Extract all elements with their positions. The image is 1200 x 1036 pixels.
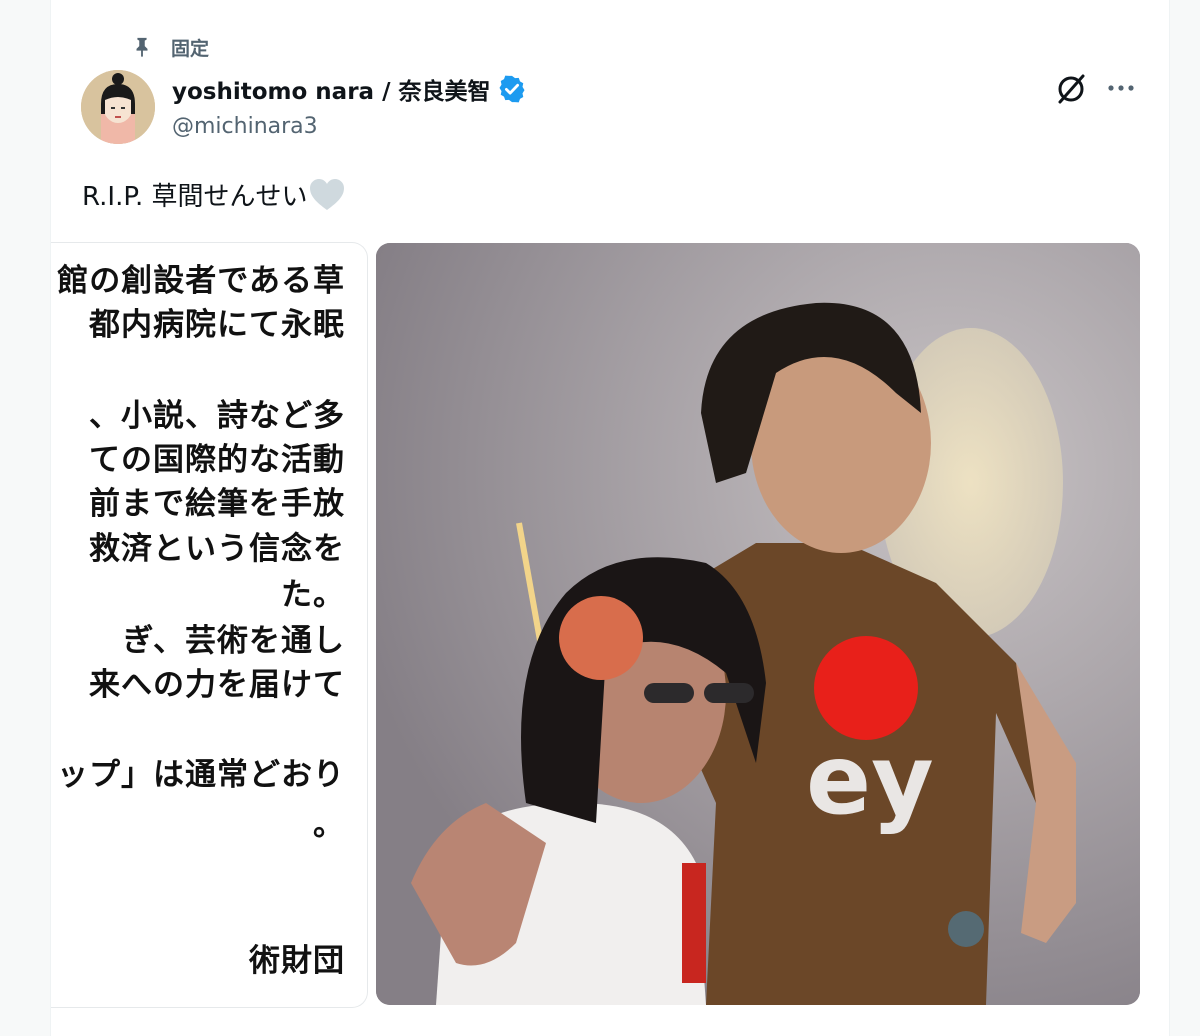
notice-line: ぎ、芸術を通し [122, 623, 345, 659]
notice-line: ップ」は通常どおり [57, 757, 345, 793]
notice-line: 都内病院にて永眠 [89, 307, 345, 343]
notice-line: ての国際的な活動 [89, 442, 345, 478]
more-options-icon[interactable] [1105, 76, 1137, 100]
notice-line: 救済という信念を [89, 531, 345, 567]
avatar[interactable] [81, 70, 155, 144]
author-handle[interactable]: @michinara3 [172, 114, 318, 139]
tweet[interactable]: 固定 yoshitomo nara / 奈良美智 @michinara3 R.I… [50, 0, 1170, 1036]
notice-line: 術財団 [249, 943, 345, 979]
pinned-indicator: 固定 [131, 34, 209, 60]
display-name[interactable]: yoshitomo nara / 奈良美智 [172, 72, 491, 106]
pin-icon [136, 37, 148, 58]
verified-badge-icon [499, 75, 524, 103]
media-image-notice[interactable]: 館の創設者である草 都内病院にて永眠 、小説、詩など多 ての国際的な活動 前まで… [51, 242, 368, 1008]
notice-line: 、小説、詩など多 [89, 398, 345, 434]
author-name-row: yoshitomo nara / 奈良美智 [172, 72, 527, 106]
tweet-text: R.I.P. 草間せんせい [82, 176, 346, 213]
white-heart-icon [309, 178, 344, 210]
avatar-illustration [81, 70, 155, 144]
pinned-label: 固定 [171, 37, 210, 60]
notice-line: た。 [281, 577, 345, 613]
notice-line: 館の創設者である草 [57, 263, 345, 299]
notice-line: 。 [313, 807, 345, 843]
photo-illustration: ey [376, 243, 1140, 1005]
notice-line: 来への力を届けて [89, 667, 345, 703]
notice-line: 前まで絵筆を手放 [89, 486, 345, 522]
tweet-text-content: R.I.P. 草間せんせい [82, 182, 308, 212]
shirt-text: ey [806, 724, 934, 836]
grok-icon[interactable] [1054, 72, 1088, 106]
media-photo[interactable]: ey [376, 243, 1140, 1005]
